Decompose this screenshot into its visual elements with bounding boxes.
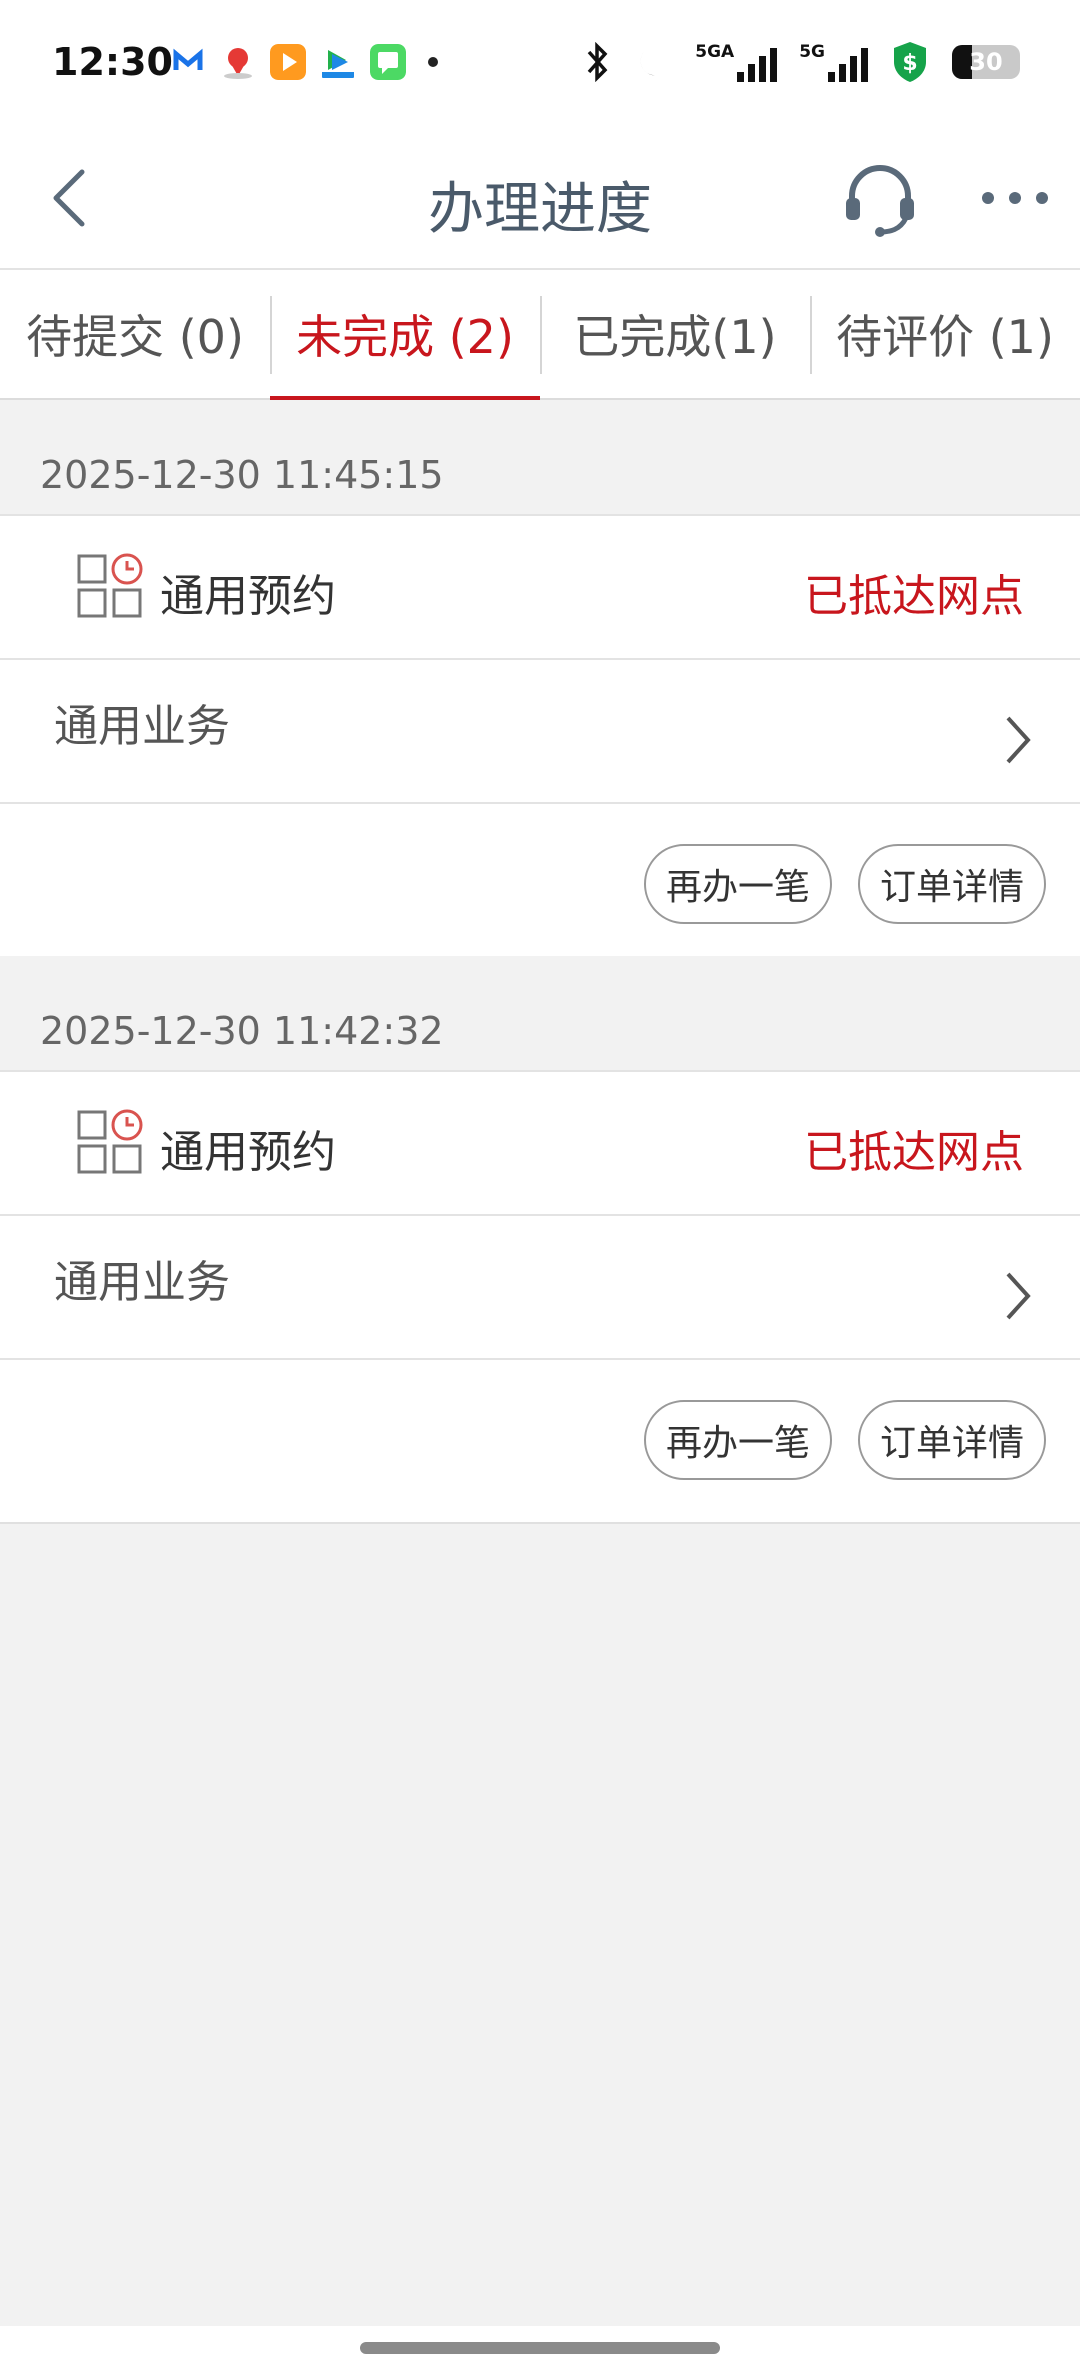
tab-pending-submit[interactable]: 待提交 (0) (0, 270, 270, 398)
business-row[interactable]: 通用业务 (0, 1216, 1080, 1360)
tab-completed[interactable]: 已完成(1) (540, 270, 810, 398)
clock: 12:30 (52, 40, 173, 84)
tv-app-icon (320, 44, 356, 80)
service-name: 通用预约 (160, 1127, 336, 1178)
status-bar: 12:30 5GA 5G $ 30 (0, 0, 1080, 128)
business-name: 通用业务 (54, 701, 230, 752)
nav-bar: 办理进度 (0, 128, 1080, 270)
order-service-row[interactable]: 通用预约 已抵达网点 (0, 1072, 1080, 1216)
more-options-icon[interactable] (980, 186, 1050, 210)
chevron-right-icon (1006, 1272, 1031, 1320)
appointment-grid-clock-icon (77, 1109, 143, 1174)
video-app-icon (270, 44, 306, 80)
home-indicator[interactable] (360, 2342, 720, 2354)
order-detail-button[interactable]: 订单详情 (858, 1400, 1046, 1480)
system-icons: 5GA 5G $ 30 (583, 40, 1020, 84)
status-tabs: 待提交 (0) 未完成 (2) 已完成(1) 待评价 (1) (0, 270, 1080, 400)
signal-5g: 5G (799, 42, 868, 82)
order-timestamp: 2025-12-30 11:45:15 (0, 400, 1080, 516)
svg-text:$: $ (902, 51, 917, 76)
order-card: 2025-12-30 11:45:15 通用预约 已抵达网点 通用业务 再办一笔… (0, 400, 1080, 968)
moon-icon (640, 48, 662, 76)
order-actions: 再办一笔 订单详情 (0, 1360, 1080, 1524)
signal-5ga: 5GA (695, 42, 778, 82)
signal-5g-label: 5G (799, 42, 825, 62)
order-actions: 再办一笔 订单详情 (0, 804, 1080, 968)
order-timestamp: 2025-12-30 11:42:32 (0, 956, 1080, 1072)
service-name: 通用预约 (160, 571, 336, 622)
reorder-button[interactable]: 再办一笔 (644, 844, 832, 924)
signal-5ga-label: 5GA (695, 42, 735, 62)
tab-pending-review[interactable]: 待评价 (1) (810, 270, 1080, 398)
tab-incomplete[interactable]: 未完成 (2) (270, 270, 540, 400)
message-app-icon (370, 44, 406, 80)
battery-level: 30 (969, 48, 1003, 76)
chevron-right-icon (1006, 716, 1031, 764)
bluetooth-icon (587, 42, 608, 82)
order-card: 2025-12-30 11:42:32 通用预约 已抵达网点 通用业务 再办一笔… (0, 956, 1080, 1524)
more-notifications-dot (428, 57, 438, 67)
notification-icons (170, 44, 438, 80)
battery-icon: 30 (952, 45, 1020, 79)
appointment-grid-clock-icon (77, 553, 143, 618)
business-name: 通用业务 (54, 1257, 230, 1308)
map-app-icon (224, 48, 252, 79)
security-shield-icon: $ (894, 42, 926, 82)
order-service-row[interactable]: 通用预约 已抵达网点 (0, 516, 1080, 660)
order-status: 已抵达网点 (804, 1127, 1024, 1178)
order-status: 已抵达网点 (804, 571, 1024, 622)
business-row[interactable]: 通用业务 (0, 660, 1080, 804)
mail-app-icon (173, 48, 203, 70)
reorder-button[interactable]: 再办一笔 (644, 1400, 832, 1480)
order-detail-button[interactable]: 订单详情 (858, 844, 1046, 924)
customer-service-headset-icon[interactable] (840, 158, 920, 238)
